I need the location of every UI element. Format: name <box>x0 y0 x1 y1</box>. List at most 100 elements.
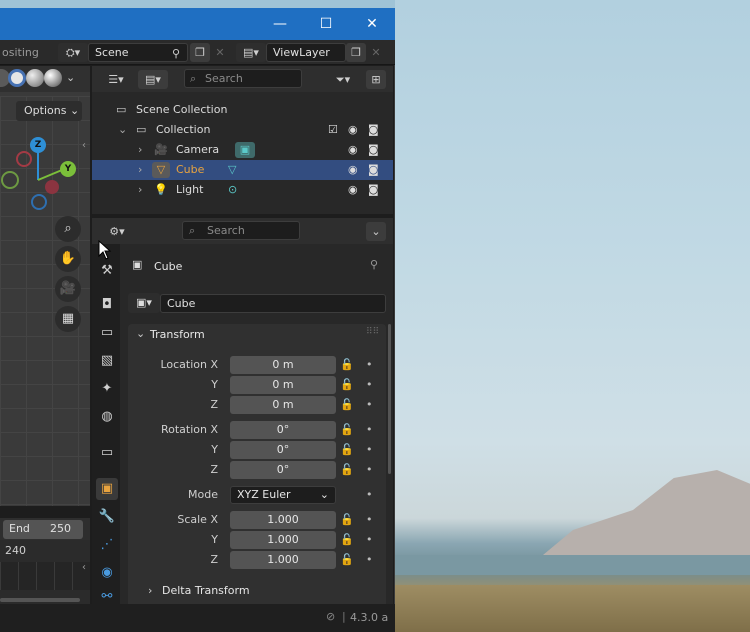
tab-physics[interactable]: ◉ <box>96 562 118 584</box>
lock-icon[interactable]: 🔓 <box>340 441 354 459</box>
location-x-field[interactable]: 0 m <box>230 356 336 374</box>
new-scene-button[interactable]: ❐ <box>190 43 210 62</box>
tab-modifiers[interactable]: 🔧 <box>96 506 118 528</box>
timeline-track[interactable] <box>0 562 90 590</box>
lock-icon[interactable]: 🔓 <box>340 356 354 374</box>
chevron-right-icon[interactable]: › <box>138 160 142 180</box>
filter-button[interactable]: ⏷▾ <box>330 70 356 89</box>
lock-icon[interactable]: 🔓 <box>340 376 354 394</box>
tab-collection[interactable]: ▭ <box>96 442 118 464</box>
lock-icon[interactable]: 🔓 <box>340 421 354 439</box>
properties-scrollbar[interactable] <box>388 324 391 474</box>
keyframe-dot-icon[interactable]: • <box>366 421 373 439</box>
location-z-field[interactable]: 0 m <box>230 396 336 414</box>
render-camera-icon[interactable]: ◙ <box>368 180 379 200</box>
camera-view-button[interactable]: 🎥 <box>55 276 81 302</box>
scale-z-field[interactable]: 1.000 <box>230 551 336 569</box>
light-data-icon[interactable]: ⊙ <box>228 180 237 200</box>
perspective-toggle-button[interactable]: ▦ <box>55 306 81 332</box>
render-camera-icon[interactable]: ◙ <box>368 140 379 160</box>
camera-data-icon[interactable]: ▣ <box>235 142 255 158</box>
view-layer-name-field[interactable]: ViewLayer <box>266 43 346 62</box>
render-camera-icon[interactable]: ◙ <box>368 120 379 140</box>
rendered-shading-icon[interactable] <box>44 69 62 87</box>
tab-particles[interactable]: ⋰ <box>96 534 118 556</box>
scale-y-field[interactable]: 1.000 <box>230 531 336 549</box>
material-shading-icon[interactable] <box>26 69 44 87</box>
eye-icon[interactable]: ◉ <box>348 120 358 140</box>
chevron-left-icon[interactable]: ‹ <box>82 562 86 573</box>
new-collection-button[interactable]: ⊞ <box>366 70 386 89</box>
maximize-button[interactable]: ☐ <box>303 8 349 40</box>
tab-render[interactable]: ◘ <box>96 294 118 316</box>
timeline-scrollbar[interactable] <box>0 598 80 602</box>
rotation-y-field[interactable]: 0° <box>230 441 336 459</box>
tab-object[interactable]: ▣ <box>96 478 118 500</box>
collection-row[interactable]: ⌄ ▭ Collection ☑ ◉ ◙ <box>92 120 393 140</box>
keyframe-dot-icon[interactable]: • <box>366 356 373 374</box>
tab-compositing[interactable]: ositing <box>0 43 48 63</box>
lock-icon[interactable]: 🔓 <box>340 461 354 479</box>
close-button[interactable]: ✕ <box>349 8 395 40</box>
lock-icon[interactable]: 🔓 <box>340 511 354 529</box>
new-view-layer-button[interactable]: ❐ <box>346 43 366 62</box>
lock-icon[interactable]: 🔓 <box>340 396 354 414</box>
options-dropdown[interactable]: Options ⌄ <box>16 101 82 121</box>
render-camera-icon[interactable]: ◙ <box>368 160 379 180</box>
outliner-item-light[interactable]: › 💡 Light ⊙ ◉ ◙ <box>92 180 393 200</box>
chevron-down-icon[interactable]: ⌄ <box>118 120 127 140</box>
editor-type-button[interactable]: ☰▾ <box>102 70 130 89</box>
pan-button[interactable]: ✋ <box>55 246 81 272</box>
keyframe-dot-icon[interactable]: • <box>366 441 373 459</box>
pin-scene-icon[interactable]: ⚲ <box>168 44 184 61</box>
keyframe-dot-icon[interactable]: • <box>366 396 373 414</box>
location-y-field[interactable]: 0 m <box>230 376 336 394</box>
options-dropdown-button[interactable]: ⌄ <box>366 222 386 241</box>
zoom-button[interactable]: ⌕ <box>55 216 81 242</box>
rotation-mode-select[interactable]: XYZ Euler ⌄ <box>230 486 336 504</box>
rotation-z-field[interactable]: 0° <box>230 461 336 479</box>
transform-panel-header[interactable]: ⌄ Transform ⠿⠿ <box>128 324 386 346</box>
minimize-button[interactable]: — <box>257 8 303 40</box>
chevron-right-icon[interactable]: › <box>138 180 142 200</box>
scale-x-field[interactable]: 1.000 <box>230 511 336 529</box>
chevron-down-icon[interactable]: ⌄ <box>66 71 75 84</box>
checkbox-icon[interactable]: ☑ <box>328 120 338 140</box>
end-frame-field[interactable]: End 250 <box>3 520 83 539</box>
editor-type-button[interactable]: ⚙▾ <box>102 222 132 241</box>
eye-icon[interactable]: ◉ <box>348 140 358 160</box>
lock-icon[interactable]: 🔓 <box>340 531 354 549</box>
eye-icon[interactable]: ◉ <box>348 180 358 200</box>
properties-search-input[interactable]: ⌕ Search <box>182 221 300 240</box>
navigation-gizmo[interactable] <box>0 130 90 220</box>
pin-icon[interactable]: ⚲ <box>370 258 378 271</box>
tab-view-layer[interactable]: ▧ <box>96 350 118 372</box>
keyframe-dot-icon[interactable]: • <box>366 551 373 569</box>
tab-output[interactable]: ▭ <box>96 322 118 344</box>
scene-collection-row[interactable]: ▭ Scene Collection <box>92 100 393 120</box>
scene-selector-button[interactable]: ⛭▾ <box>58 43 88 62</box>
mesh-data-icon[interactable]: ▽ <box>228 160 236 180</box>
timeline-area[interactable]: End 250 240 ‹ <box>0 518 90 604</box>
keyframe-dot-icon[interactable]: • <box>366 376 373 394</box>
chevron-right-icon[interactable]: › <box>138 140 142 160</box>
keyframe-dot-icon[interactable]: • <box>366 531 373 549</box>
outliner-item-camera[interactable]: › 🎥 Camera ▣ ◉ ◙ <box>92 140 393 160</box>
keyframe-dot-icon[interactable]: • <box>366 461 373 479</box>
3d-viewport[interactable]: ⌄ Options ⌄ Z Y ⌕ ✋ 🎥 ▦ ‹ <box>0 66 90 506</box>
delta-transform-header[interactable]: › Delta Transform <box>128 580 386 602</box>
view-layer-selector-button[interactable]: ▤▾ <box>236 43 266 62</box>
object-name-field[interactable]: Cube <box>160 294 386 313</box>
chevron-left-icon[interactable]: ‹ <box>82 140 86 151</box>
rotation-x-field[interactable]: 0° <box>230 421 336 439</box>
tab-scene[interactable]: ✦ <box>96 378 118 400</box>
delete-view-layer-button[interactable]: ✕ <box>366 43 386 62</box>
keyframe-dot-icon[interactable]: • <box>366 511 373 529</box>
delete-scene-button[interactable]: ✕ <box>210 43 230 62</box>
tab-world[interactable]: ◍ <box>96 406 118 428</box>
keyframe-dot-icon[interactable]: • <box>366 486 373 504</box>
outliner-search-input[interactable]: ⌕ Search <box>184 69 302 88</box>
object-browse-button[interactable]: ▣▾ <box>128 293 160 313</box>
tab-tool[interactable]: ⚒ <box>96 260 118 282</box>
display-mode-button[interactable]: ▤▾ <box>138 70 168 89</box>
